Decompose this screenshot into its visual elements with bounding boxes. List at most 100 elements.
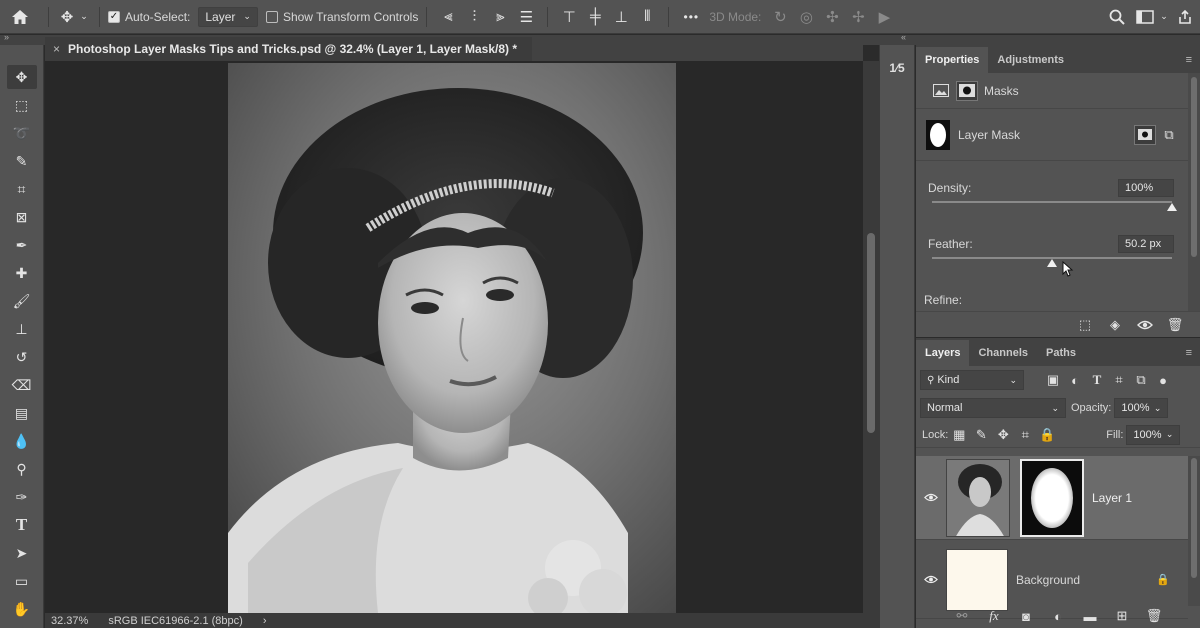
- new-layer-icon[interactable]: ⊞: [1111, 606, 1133, 626]
- lock-all-icon[interactable]: 🔒: [1036, 425, 1058, 445]
- path-selection-icon[interactable]: ➤: [7, 541, 37, 565]
- close-icon[interactable]: ×: [53, 42, 60, 56]
- eye-icon[interactable]: [1134, 315, 1156, 335]
- 3d-scale-icon[interactable]: ▶: [871, 8, 897, 26]
- 3d-slide-icon[interactable]: ✢: [845, 8, 871, 26]
- tab-paths[interactable]: Paths: [1037, 340, 1085, 366]
- lock-position-icon[interactable]: ✥: [992, 425, 1014, 445]
- add-mask-icon[interactable]: ◙: [1015, 606, 1037, 626]
- layer-name[interactable]: Layer 1: [1092, 491, 1132, 505]
- align-left-icon[interactable]: ⫷: [435, 8, 461, 25]
- layers-scrollbar[interactable]: [1188, 456, 1200, 606]
- tab-channels[interactable]: Channels: [969, 340, 1037, 366]
- load-selection-icon[interactable]: ⬚: [1074, 315, 1096, 335]
- feather-slider-knob[interactable]: [1047, 259, 1057, 267]
- filter-toggle-icon[interactable]: ●: [1152, 370, 1174, 390]
- lock-transparent-icon[interactable]: ▦: [948, 425, 970, 445]
- move-tool-preset-icon[interactable]: ✥: [57, 8, 77, 26]
- trash-icon[interactable]: 🗑: [1143, 606, 1165, 626]
- blur-icon[interactable]: 💧: [7, 429, 37, 453]
- zoom-level[interactable]: 32.37%: [45, 615, 88, 627]
- 3d-orbit-icon[interactable]: ↻: [767, 8, 793, 26]
- collapse-arrows-icon[interactable]: »: [4, 32, 9, 42]
- hand-icon[interactable]: ✋: [7, 597, 37, 621]
- eyedropper-icon[interactable]: ✒: [7, 233, 37, 257]
- distribute-vertical-icon[interactable]: ⦀: [634, 8, 660, 25]
- 3d-roll-icon[interactable]: ◎: [793, 8, 819, 26]
- mask-icon[interactable]: [956, 80, 978, 101]
- auto-select-checkbox[interactable]: ✓: [108, 10, 120, 23]
- vertical-scrollbar[interactable]: [863, 61, 879, 613]
- share-icon[interactable]: [1170, 9, 1200, 25]
- glyphs-panel-icon[interactable]: 1⁄5: [885, 57, 909, 79]
- trash-icon[interactable]: 🗑: [1164, 315, 1186, 335]
- layer-row[interactable]: Layer 1: [916, 456, 1188, 540]
- filter-smart-object-icon[interactable]: ⧉: [1130, 370, 1152, 390]
- eraser-icon[interactable]: ⌫: [7, 373, 37, 397]
- 3d-pan-icon[interactable]: ✣: [819, 8, 845, 26]
- healing-brush-icon[interactable]: ✚: [7, 261, 37, 285]
- fx-icon[interactable]: fx: [983, 606, 1005, 626]
- chevron-down-icon[interactable]: ⌄: [77, 11, 91, 22]
- filter-shape-icon[interactable]: ⌗: [1108, 370, 1130, 390]
- apply-mask-icon[interactable]: ◈: [1104, 315, 1126, 335]
- brush-icon[interactable]: 🖌: [7, 289, 37, 313]
- visibility-eye-icon[interactable]: [916, 575, 946, 584]
- panel-menu-icon[interactable]: ≡: [1186, 347, 1192, 359]
- feather-field[interactable]: 50.2 px: [1118, 235, 1174, 253]
- add-vector-mask-icon[interactable]: ⧉: [1158, 125, 1180, 145]
- filter-type-icon[interactable]: T: [1086, 370, 1108, 390]
- clone-stamp-icon[interactable]: ⊥: [7, 317, 37, 341]
- tab-properties[interactable]: Properties: [916, 47, 989, 73]
- home-icon[interactable]: [0, 9, 40, 25]
- workspace-icon[interactable]: [1132, 9, 1158, 24]
- lock-artboard-icon[interactable]: ⌗: [1014, 425, 1036, 445]
- more-options-icon[interactable]: •••: [677, 10, 705, 24]
- align-bottom-icon[interactable]: ⊥: [608, 8, 634, 26]
- chevron-down-icon[interactable]: ⌄: [1158, 11, 1170, 22]
- history-brush-icon[interactable]: ↺: [7, 345, 37, 369]
- type-icon[interactable]: T: [7, 513, 37, 537]
- collapse-arrows-icon[interactable]: «: [901, 32, 906, 42]
- align-middle-vertical-icon[interactable]: ╪: [582, 8, 608, 25]
- lasso-icon[interactable]: ➰: [7, 121, 37, 145]
- fill-field[interactable]: 100% ⌄: [1126, 424, 1181, 445]
- search-icon[interactable]: [1102, 9, 1132, 25]
- rectangle-shape-icon[interactable]: ▭: [7, 569, 37, 593]
- opacity-field[interactable]: 100% ⌄: [1114, 398, 1169, 418]
- group-folder-icon[interactable]: ▬: [1079, 606, 1101, 626]
- canvas-area[interactable]: [45, 61, 863, 613]
- filter-adjustment-icon[interactable]: ◐: [1064, 370, 1086, 390]
- panel-menu-icon[interactable]: ≡: [1186, 54, 1192, 66]
- align-center-horizontal-icon[interactable]: ⫶: [461, 8, 487, 25]
- density-field[interactable]: 100%: [1118, 179, 1174, 197]
- show-transform-checkbox[interactable]: [265, 10, 278, 23]
- chevron-right-icon[interactable]: ›: [257, 615, 267, 627]
- visibility-eye-icon[interactable]: [916, 493, 946, 502]
- auto-select-target-dropdown[interactable]: Layer ⌄: [198, 6, 258, 27]
- density-slider-knob[interactable]: [1167, 203, 1177, 211]
- image-icon[interactable]: [930, 81, 952, 101]
- filter-kind-dropdown[interactable]: ⚲ Kind ⌄: [920, 370, 1024, 390]
- filter-pixel-icon[interactable]: ▣: [1042, 370, 1064, 390]
- blend-mode-dropdown[interactable]: Normal ⌄: [920, 398, 1066, 418]
- move-tool-icon[interactable]: ✥: [6, 65, 37, 89]
- pen-icon[interactable]: ✑: [7, 485, 37, 509]
- rectangular-marquee-icon[interactable]: ⬚: [7, 93, 37, 117]
- align-right-icon[interactable]: ⫸: [487, 8, 513, 25]
- scrollbar-thumb[interactable]: [867, 233, 875, 433]
- panel-scrollbar[interactable]: [1188, 73, 1200, 311]
- link-layers-icon[interactable]: ⚯: [951, 606, 973, 626]
- tab-adjustments[interactable]: Adjustments: [988, 47, 1073, 73]
- tab-layers[interactable]: Layers: [916, 340, 970, 366]
- density-slider-track[interactable]: [932, 201, 1172, 203]
- align-top-icon[interactable]: ⊤: [556, 8, 582, 26]
- document-tab[interactable]: × Photoshop Layer Masks Tips and Tricks.…: [45, 37, 532, 61]
- select-pixel-mask-icon[interactable]: [1134, 124, 1156, 145]
- crop-icon[interactable]: ⌗: [7, 177, 37, 201]
- distribute-horizontal-icon[interactable]: ☰: [513, 8, 539, 26]
- lock-image-icon[interactable]: ✎: [970, 425, 992, 445]
- layer-name[interactable]: Background: [1016, 573, 1080, 587]
- quick-selection-icon[interactable]: ✎: [7, 149, 37, 173]
- frame-icon[interactable]: ⊠: [7, 205, 37, 229]
